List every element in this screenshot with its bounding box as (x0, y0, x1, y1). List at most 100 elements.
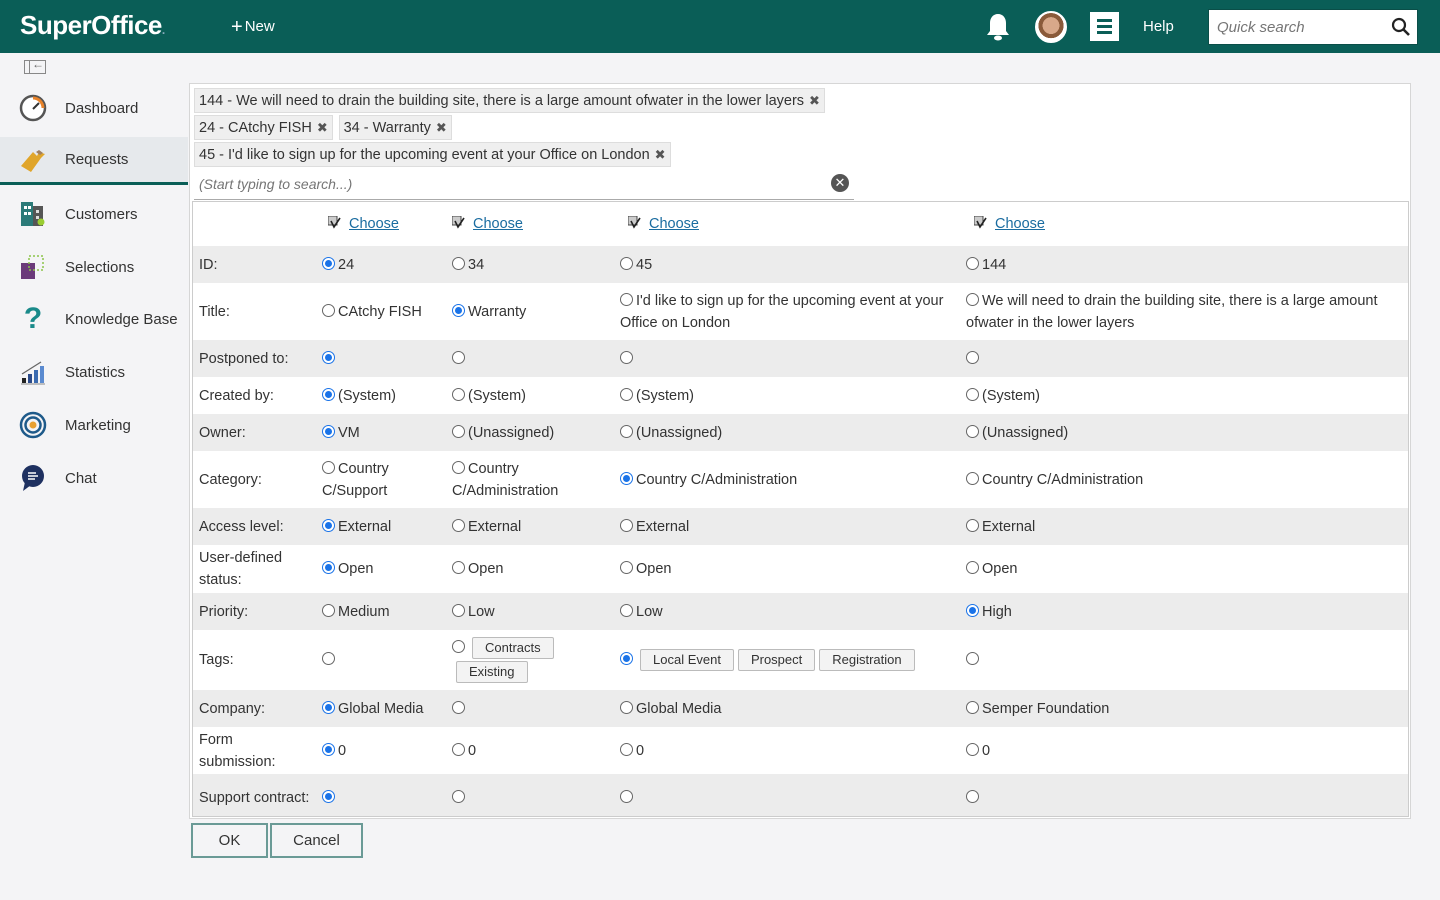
remove-chip-icon[interactable]: ✖ (317, 120, 328, 135)
sidebar-item-customers[interactable]: Customers (0, 190, 188, 238)
choose-link[interactable]: Choose (649, 216, 699, 232)
radio-unselected[interactable] (452, 561, 465, 574)
choose-link[interactable]: Choose (473, 216, 523, 232)
notifications-bell-icon[interactable] (985, 12, 1011, 42)
request-chip-label: 34 - Warranty (343, 120, 431, 136)
radio-unselected[interactable] (452, 350, 465, 364)
radio-selected[interactable] (322, 742, 335, 756)
radio-unselected[interactable] (620, 518, 633, 532)
user-avatar[interactable] (1035, 11, 1067, 43)
quick-search (1208, 9, 1418, 45)
radio-unselected[interactable] (966, 387, 979, 401)
radio-selected[interactable] (322, 561, 335, 574)
sidebar-item-dashboard[interactable]: Dashboard (0, 84, 188, 132)
merge-grid[interactable]: Choose Choose Choose Choose ID: 24 34 45 144… (192, 201, 1409, 817)
radio-unselected[interactable] (620, 700, 633, 714)
sidebar-item-knowledge-base[interactable]: ? Knowledge Base (0, 295, 188, 343)
tag-button[interactable]: Prospect (737, 649, 816, 671)
radio-unselected[interactable] (452, 460, 465, 474)
clear-search-icon[interactable]: ✕ (831, 174, 849, 192)
collapse-sidebar-icon[interactable] (24, 57, 46, 74)
tag-button[interactable]: Local Event (640, 649, 734, 671)
radio-unselected[interactable] (620, 561, 633, 574)
radio-unselected[interactable] (620, 256, 633, 270)
radio-unselected[interactable] (620, 742, 633, 756)
radio-selected[interactable] (966, 603, 979, 617)
radio-unselected[interactable] (620, 790, 633, 803)
value-text: Country C/Administration (452, 460, 559, 499)
radio-unselected[interactable] (452, 424, 465, 438)
radio-selected[interactable] (322, 518, 335, 532)
radio-unselected[interactable] (452, 700, 465, 714)
radio-selected[interactable] (322, 700, 335, 714)
radio-unselected[interactable] (452, 256, 465, 270)
radio-unselected[interactable] (966, 742, 979, 756)
value-cell: Open (316, 545, 446, 593)
radio-unselected[interactable] (620, 350, 633, 364)
radio-selected[interactable] (452, 303, 465, 317)
radio-unselected[interactable] (452, 387, 465, 401)
radio-unselected[interactable] (452, 790, 465, 803)
sidebar-item-chat[interactable]: Chat (0, 454, 188, 502)
radio-selected[interactable] (322, 350, 335, 364)
sidebar-item-marketing[interactable]: Marketing (0, 401, 188, 449)
radio-unselected[interactable] (322, 303, 335, 317)
radio-unselected[interactable] (966, 292, 979, 306)
radio-unselected[interactable] (966, 561, 979, 574)
radio-unselected[interactable] (966, 256, 979, 270)
radio-unselected[interactable] (620, 603, 633, 617)
ok-button[interactable]: OK (191, 823, 268, 858)
tag-button[interactable]: Contracts (472, 637, 554, 659)
value-cell: Country C/Support (316, 451, 446, 508)
radio-unselected[interactable] (966, 424, 979, 438)
radio-unselected[interactable] (966, 652, 979, 665)
radio-unselected[interactable] (452, 640, 465, 653)
radio-selected[interactable] (322, 424, 335, 438)
value-cell: Country C/Administration (614, 451, 960, 508)
radio-selected[interactable] (322, 790, 335, 803)
sidebar-item-requests[interactable]: Requests (0, 137, 188, 185)
empty-header-cell (193, 202, 316, 246)
choose-link[interactable]: Choose (995, 216, 1045, 232)
sidebar-item-selections[interactable]: Selections (0, 243, 188, 291)
radio-unselected[interactable] (620, 387, 633, 401)
cancel-button[interactable]: Cancel (270, 823, 363, 858)
radio-selected[interactable] (620, 652, 633, 665)
top-bar: SuperOffice. + New Help (0, 0, 1440, 53)
help-link[interactable]: Help (1143, 18, 1174, 35)
radio-unselected[interactable] (966, 471, 979, 485)
radio-unselected[interactable] (452, 603, 465, 617)
radio-unselected[interactable] (322, 460, 335, 474)
radio-unselected[interactable] (966, 518, 979, 532)
radio-unselected[interactable] (620, 292, 633, 306)
radio-unselected[interactable] (966, 350, 979, 364)
radio-unselected[interactable] (452, 742, 465, 756)
radio-unselected[interactable] (452, 518, 465, 532)
choose-link[interactable]: Choose (349, 216, 399, 232)
tag-button[interactable]: Registration (819, 649, 915, 671)
remove-chip-icon[interactable]: ✖ (655, 147, 666, 162)
radio-unselected[interactable] (966, 790, 979, 803)
remove-chip-icon[interactable]: ✖ (436, 120, 447, 135)
radio-unselected[interactable] (620, 424, 633, 438)
field-label: Company: (193, 690, 316, 727)
remove-chip-icon[interactable]: ✖ (809, 93, 820, 108)
radio-unselected[interactable] (966, 700, 979, 714)
field-label: Access level: (193, 508, 316, 545)
request-search-input[interactable] (194, 170, 814, 198)
radio-selected[interactable] (620, 471, 633, 485)
quick-search-input[interactable] (1209, 10, 1379, 44)
sidebar-item-label: Marketing (65, 416, 131, 434)
value-cell: Medium (316, 593, 446, 630)
new-button[interactable]: + New (231, 16, 275, 39)
tag-button[interactable]: Existing (456, 661, 528, 683)
radio-unselected[interactable] (322, 603, 335, 617)
radio-selected[interactable] (322, 256, 335, 270)
search-icon[interactable] (1391, 17, 1411, 37)
field-label: Owner: (193, 414, 316, 451)
radio-selected[interactable] (322, 387, 335, 401)
sidebar-item-statistics[interactable]: Statistics (0, 348, 188, 396)
main-menu-button[interactable] (1090, 12, 1119, 41)
radio-unselected[interactable] (322, 652, 335, 665)
superoffice-logo[interactable]: SuperOffice. (20, 10, 165, 41)
